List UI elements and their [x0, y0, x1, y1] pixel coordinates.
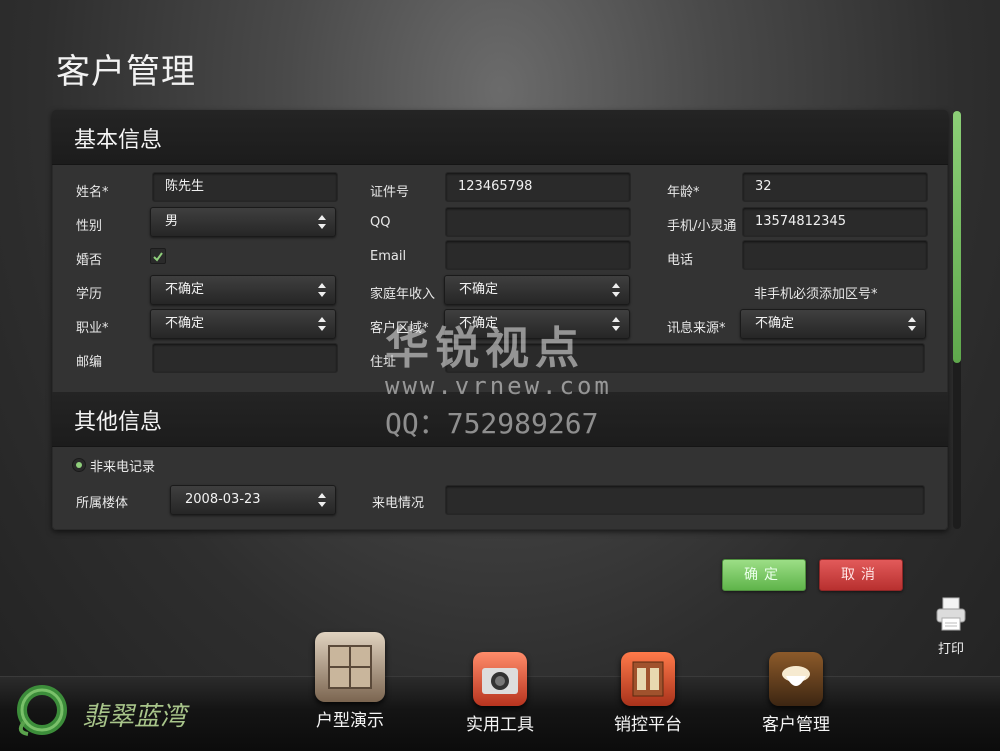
call-field[interactable]: [445, 485, 925, 515]
zip-field[interactable]: [152, 343, 338, 373]
building-select[interactable]: 2008-03-23: [170, 485, 336, 515]
non-call-record-label: 非来电记录: [90, 460, 156, 475]
scrollbar-thumb[interactable]: [953, 111, 961, 363]
zip-label: 邮编: [76, 355, 103, 370]
select-arrows-icon: [612, 283, 620, 297]
phone-label: 电话: [667, 253, 694, 268]
nav-sales-control[interactable]: 销控平台: [588, 652, 708, 735]
house-layout-icon: [315, 632, 385, 702]
brand-name: 翡翠蓝湾: [82, 702, 187, 732]
age-label: 年龄*: [667, 185, 700, 200]
camera-icon: [473, 652, 527, 706]
select-arrows-icon: [318, 215, 326, 229]
qq-label: QQ: [370, 215, 391, 230]
other-info-header: 其他信息: [52, 392, 948, 447]
email-field[interactable]: [445, 240, 631, 270]
customer-icon: [769, 652, 823, 706]
phone-note: 非手机必须添加区号*: [754, 287, 878, 302]
income-select[interactable]: 不确定: [444, 275, 630, 305]
nav-floorplan-label: 户型演示: [316, 711, 384, 731]
select-arrows-icon: [612, 317, 620, 331]
education-label: 学历: [76, 287, 103, 302]
form-panel: 基本信息 姓名* 陈先生 证件号 123465798 年龄* 32 性别 男 Q…: [52, 110, 948, 530]
form-scrollbar[interactable]: [953, 111, 961, 529]
region-label: 客户区域*: [370, 321, 429, 336]
building-label: 所属楼体: [76, 496, 129, 511]
name-label: 姓名*: [76, 185, 109, 200]
jade-ring-icon: [17, 685, 67, 736]
basic-info-header: 基本信息: [52, 110, 948, 165]
address-field[interactable]: [445, 343, 925, 373]
source-select[interactable]: 不确定: [740, 309, 926, 339]
job-select[interactable]: 不确定: [150, 309, 336, 339]
age-field[interactable]: 32: [742, 172, 928, 202]
printer-icon: [936, 597, 966, 631]
select-arrows-icon: [318, 493, 326, 507]
source-value: 不确定: [755, 316, 795, 331]
nav-floorplan[interactable]: 户型演示: [290, 632, 410, 731]
address-label: 住址: [370, 355, 397, 370]
email-label: Email: [370, 249, 407, 264]
print-button[interactable]: 打印: [930, 596, 972, 657]
non-call-record-radio[interactable]: [72, 458, 86, 472]
gender-label: 性别: [76, 219, 103, 234]
id-label: 证件号: [370, 185, 410, 200]
qq-field[interactable]: [445, 207, 631, 237]
basic-info-title: 基本信息: [74, 128, 163, 153]
job-value: 不确定: [165, 316, 205, 331]
nav-customer-label: 客户管理: [762, 715, 830, 735]
other-info-title: 其他信息: [74, 410, 163, 435]
education-value: 不确定: [165, 282, 205, 297]
married-checkbox[interactable]: [150, 248, 166, 264]
mobile-label: 手机/小灵通: [667, 219, 737, 234]
print-label: 打印: [937, 642, 964, 657]
id-field[interactable]: 123465798: [445, 172, 631, 202]
mobile-field[interactable]: 13574812345: [742, 207, 928, 237]
nav-tools[interactable]: 实用工具: [440, 652, 560, 735]
income-value: 不确定: [459, 282, 499, 297]
sales-control-icon: [621, 652, 675, 706]
gender-select[interactable]: 男: [150, 207, 336, 237]
job-label: 职业*: [76, 321, 109, 336]
select-arrows-icon: [318, 283, 326, 297]
select-arrows-icon: [318, 317, 326, 331]
phone-field[interactable]: [742, 240, 928, 270]
cancel-button[interactable]: 取消: [819, 559, 903, 591]
income-label: 家庭年收入: [370, 287, 436, 302]
region-value: 不确定: [459, 316, 499, 331]
building-value: 2008-03-23: [185, 492, 261, 507]
nav-tools-label: 实用工具: [466, 715, 534, 735]
nav-customer[interactable]: 客户管理: [736, 652, 856, 735]
brand-logo: 翡翠蓝湾: [12, 680, 198, 740]
gender-value: 男: [165, 214, 179, 229]
source-label: 讯息来源*: [667, 321, 726, 336]
page-title: 客户管理: [56, 52, 196, 92]
call-label: 来电情况: [372, 496, 425, 511]
married-label: 婚否: [76, 253, 103, 268]
confirm-button[interactable]: 确定: [722, 559, 806, 591]
name-field[interactable]: 陈先生: [152, 172, 338, 202]
select-arrows-icon: [908, 317, 916, 331]
region-select[interactable]: 不确定: [444, 309, 630, 339]
education-select[interactable]: 不确定: [150, 275, 336, 305]
checkmark-icon: [153, 252, 163, 262]
nav-sales-control-label: 销控平台: [614, 715, 682, 735]
